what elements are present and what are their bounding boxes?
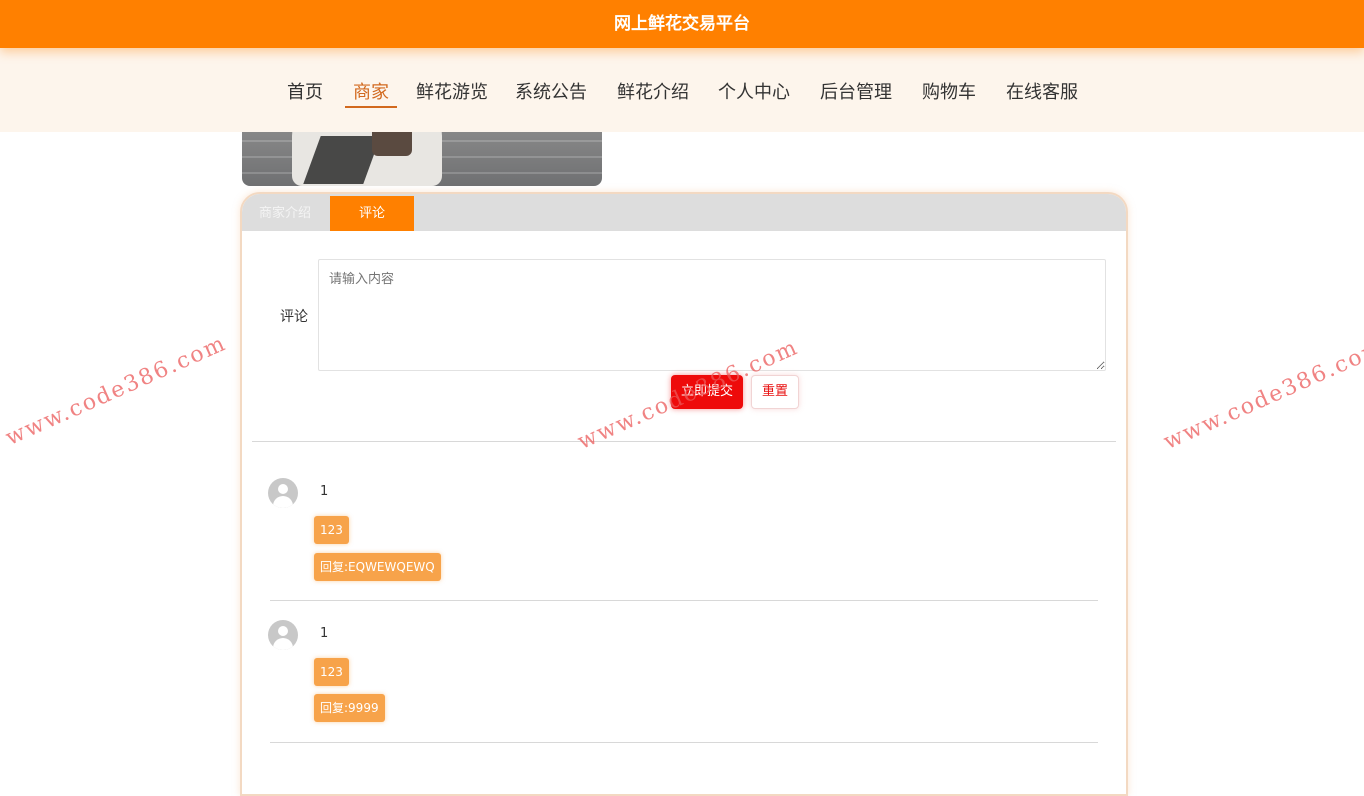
comment-content: 123: [314, 516, 349, 544]
comment-reply: 回复:9999: [314, 694, 385, 722]
watermark-text: www.code386.com: [1160, 334, 1364, 455]
nav-item-flower-intro[interactable]: 鲜花介绍: [617, 78, 689, 104]
comment-divider: [270, 600, 1098, 601]
comment-label: 评论: [280, 309, 308, 325]
comment-content: 123: [314, 658, 349, 686]
merchant-detail-card: 商家介绍 评论 评论 立即提交 重置 1 123 回复:EQWEWQEWQ 1 …: [240, 192, 1128, 796]
nav-item-user-center[interactable]: 个人中心: [718, 78, 790, 104]
reset-button[interactable]: 重置: [751, 375, 800, 409]
tab-merchant-intro[interactable]: 商家介绍: [242, 196, 328, 231]
comment-user: 1: [320, 626, 329, 641]
site-title: 网上鲜花交易平台: [614, 14, 750, 34]
site-header: 网上鲜花交易平台: [0, 0, 1364, 48]
comment-divider: [270, 742, 1098, 743]
nav-item-cart[interactable]: 购物车: [922, 78, 976, 104]
comment-textarea[interactable]: [318, 259, 1106, 371]
nav-item-merchants[interactable]: 商家: [345, 78, 397, 108]
avatar: [268, 478, 298, 508]
merchant-photo: [242, 126, 602, 186]
active-nav-underline: [345, 106, 397, 108]
nav-item-announcements[interactable]: 系统公告: [515, 78, 587, 104]
submit-button[interactable]: 立即提交: [671, 375, 744, 409]
nav-item-admin[interactable]: 后台管理: [820, 78, 892, 104]
nav-item-home[interactable]: 首页: [287, 78, 323, 104]
form-divider: [252, 441, 1116, 442]
nav-item-flower-browse[interactable]: 鲜花游览: [416, 78, 488, 104]
main-nav: 首页 商家 鲜花游览 系统公告 鲜花介绍 个人中心 后台管理 购物车 在线客服: [0, 48, 1364, 132]
comment-user: 1: [320, 484, 329, 499]
detail-tabs: 商家介绍 评论: [242, 194, 1126, 231]
nav-item-support[interactable]: 在线客服: [1006, 78, 1078, 104]
avatar: [268, 620, 298, 650]
comment-reply: 回复:EQWEWQEWQ: [314, 553, 441, 581]
nav-item-merchants-label: 商家: [353, 82, 389, 103]
watermark-text: www.code386.com: [2, 330, 231, 451]
tab-comments[interactable]: 评论: [330, 196, 414, 231]
